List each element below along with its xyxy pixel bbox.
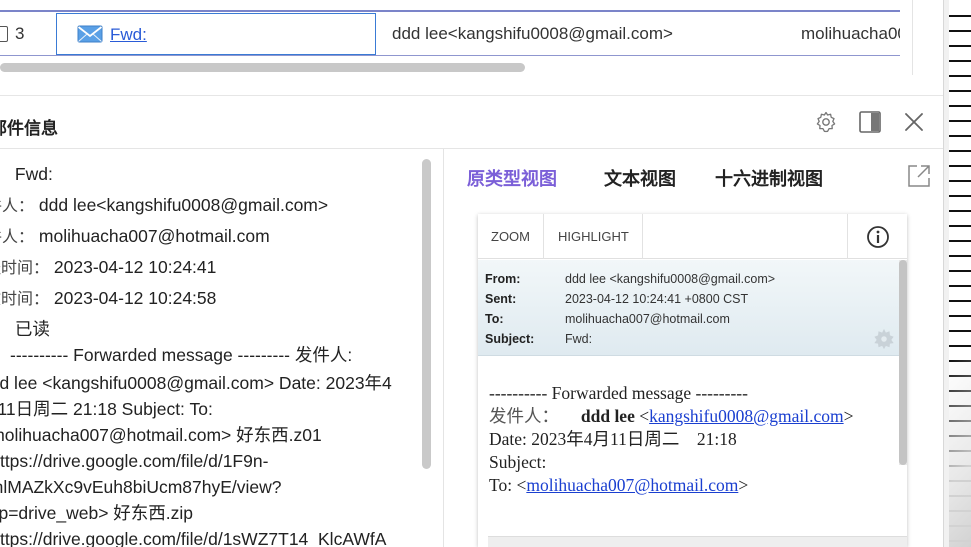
- zoom-button[interactable]: ZOOM: [478, 214, 544, 259]
- info-row-received-time: 接收时间： 2023-04-12 10:24:58: [0, 285, 216, 309]
- body-date-line: Date: 2023年4月11日周二 21:18: [489, 429, 737, 449]
- horizontal-scrollbar-thumb[interactable]: [0, 63, 525, 72]
- body-line: usp=drive_web> 好东西.zip: [0, 503, 194, 523]
- toggle-sidebar-button[interactable]: [855, 109, 885, 135]
- info-value: 已读: [14, 319, 50, 339]
- highlight-button[interactable]: HIGHLIGHT: [545, 214, 643, 259]
- header-sent: Sent: 2023-04-12 10:24:41 +0800 CST: [485, 292, 749, 306]
- mail-detail-panel: 邮件信息 主题： Fwd: 发件人： ddd lee<: [0, 97, 943, 547]
- body-line: <molihuacha007@hotmail.com> 好东西.z01: [0, 425, 322, 445]
- info-row-status: 状态： 已读: [0, 316, 50, 341]
- info-row-from: 发件人： ddd lee<kangshifu0008@gmail.com>: [0, 192, 328, 216]
- subject-cell[interactable]: Fwd:: [56, 13, 376, 55]
- info-label: 接收时间：: [0, 291, 50, 308]
- column-divider: [912, 0, 913, 75]
- mail-body-text: 正文：---------- Forwarded message --------…: [0, 342, 420, 547]
- to-cell: molihuacha007@hotmail.com: [801, 24, 900, 43]
- preview-body: ---------- Forwarded message --------- 发…: [489, 382, 907, 497]
- tab-original-view[interactable]: 原类型视图: [467, 165, 557, 191]
- split-view-icon: [859, 111, 881, 133]
- forward-line: ---------- Forwarded message ---------: [489, 383, 748, 403]
- header-from: From: ddd lee <kangshifu0008@gmail.com>: [485, 272, 776, 286]
- body-line: <https://drive.google.com/file/d/1F9n-: [0, 451, 269, 471]
- header-to: To: molihuacha007@hotmail.com: [485, 312, 730, 326]
- body-line: 7lnlMAZkXc9vEuh8biUcm87hyE/view?: [0, 477, 282, 497]
- info-row-subject: 主题： Fwd:: [0, 161, 53, 185]
- settings-button[interactable]: [811, 109, 841, 135]
- gear-icon: [816, 111, 836, 133]
- mail-view-pane: 原类型视图 文本视图 十六进制视图 ZOOM HIGHLIGHT From: d…: [444, 149, 943, 547]
- body-line: 月11日周二 21:18 Subject: To:: [0, 399, 213, 419]
- table-row[interactable]: 3 Fwd: ddd lee<kangshifu0008@gmail.com> …: [0, 12, 900, 56]
- horizontal-scrollbar[interactable]: [0, 63, 900, 73]
- external-link-icon[interactable]: [906, 163, 932, 189]
- info-value: Fwd:: [14, 164, 53, 184]
- background-decoration: [949, 360, 971, 547]
- body-line: <https://drive.google.com/file/d/1sWZ7T1…: [0, 529, 387, 547]
- preview-headers: From: ddd lee <kangshifu0008@gmail.com> S…: [478, 260, 899, 356]
- subject-link[interactable]: Fwd:: [110, 25, 147, 45]
- info-value: 2023-04-12 10:24:41: [53, 257, 217, 277]
- row-number: 3: [15, 24, 25, 43]
- from-cell: ddd lee<kangshifu0008@gmail.com>: [392, 24, 673, 43]
- close-button[interactable]: [899, 109, 929, 135]
- info-label: 正文：: [0, 348, 10, 365]
- recipient-email-link[interactable]: molihuacha007@hotmail.com: [526, 475, 738, 495]
- info-label: 发送时间：: [0, 260, 50, 277]
- panel-actions: [811, 109, 929, 135]
- info-label: 主题：: [0, 161, 10, 185]
- row-checkbox[interactable]: [0, 26, 8, 42]
- body-line: 正文：---------- Forwarded message --------…: [0, 342, 420, 370]
- body-line: ddd lee <kangshifu0008@gmail.com> Date: …: [0, 373, 392, 393]
- body-subject-line: Subject:: [489, 452, 547, 472]
- sender-email-link[interactable]: kangshifu0008@gmail.com: [649, 406, 844, 426]
- info-value: ddd lee<kangshifu0008@gmail.com>: [38, 195, 329, 215]
- close-icon: [905, 113, 923, 131]
- attachment-bar: [488, 536, 907, 547]
- mail-preview: ZOOM HIGHLIGHT From: ddd lee <kangshifu00…: [478, 214, 907, 547]
- tab-text-view[interactable]: 文本视图: [604, 165, 676, 191]
- info-button[interactable]: [847, 214, 907, 259]
- info-label: 收件人：: [0, 229, 35, 246]
- panel-title: 邮件信息: [0, 119, 58, 138]
- tab-hex-view[interactable]: 十六进制视图: [715, 165, 823, 191]
- header-subject: Subject: Fwd:: [485, 332, 593, 346]
- info-row-to: 收件人： molihuacha007@hotmail.com: [0, 223, 270, 247]
- vertical-scrollbar-thumb[interactable]: [422, 159, 431, 469]
- body-from-line: 发件人： ddd lee <kangshifu0008@gmail.com>: [489, 406, 854, 426]
- gear-icon[interactable]: [873, 328, 895, 350]
- message-list: 3 Fwd: ddd lee<kangshifu0008@gmail.com> …: [0, 0, 943, 96]
- info-row-sent-time: 发送时间： 2023-04-12 10:24:41: [0, 254, 216, 278]
- preview-toolbar: ZOOM HIGHLIGHT: [478, 214, 907, 259]
- section-divider: [0, 95, 943, 96]
- info-label: 状态：: [0, 316, 10, 340]
- info-value: 2023-04-12 10:24:58: [53, 288, 217, 308]
- info-icon: [866, 225, 889, 248]
- mail-icon: [77, 25, 103, 43]
- body-to-line: To: <molihuacha007@hotmail.com>: [489, 475, 749, 495]
- info-value: molihuacha007@hotmail.com: [38, 226, 270, 246]
- info-label: 发件人：: [0, 198, 35, 215]
- mail-info-list: 主题： Fwd: 发件人： ddd lee<kangshifu0008@gmai…: [0, 149, 443, 547]
